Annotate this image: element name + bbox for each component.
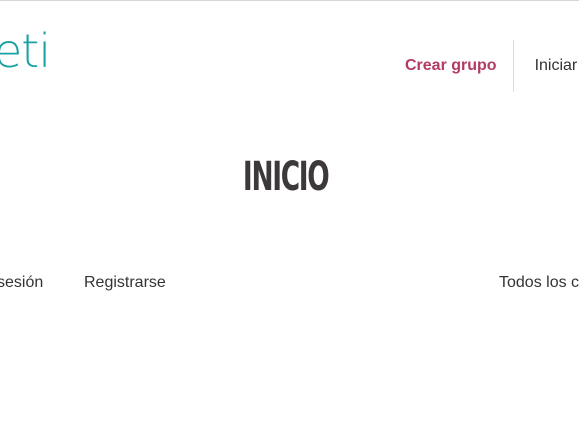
site-logo[interactable]: eti — [0, 25, 51, 77]
subnav-all-link[interactable]: Todos los c — [499, 272, 579, 294]
create-group-link[interactable]: Crear grupo — [405, 57, 497, 75]
login-link[interactable]: Iniciar — [535, 57, 578, 75]
page-title: INICIO — [242, 154, 330, 200]
subnav-register-link[interactable]: Registrarse — [84, 272, 166, 294]
page: eti Crear grupo Iniciar INICIO sesión Re… — [0, 0, 579, 435]
subnav-login-link[interactable]: sesión — [0, 272, 43, 294]
header-nav: Crear grupo Iniciar — [405, 40, 577, 92]
nav-divider — [512, 40, 514, 92]
top-divider — [0, 0, 579, 1]
